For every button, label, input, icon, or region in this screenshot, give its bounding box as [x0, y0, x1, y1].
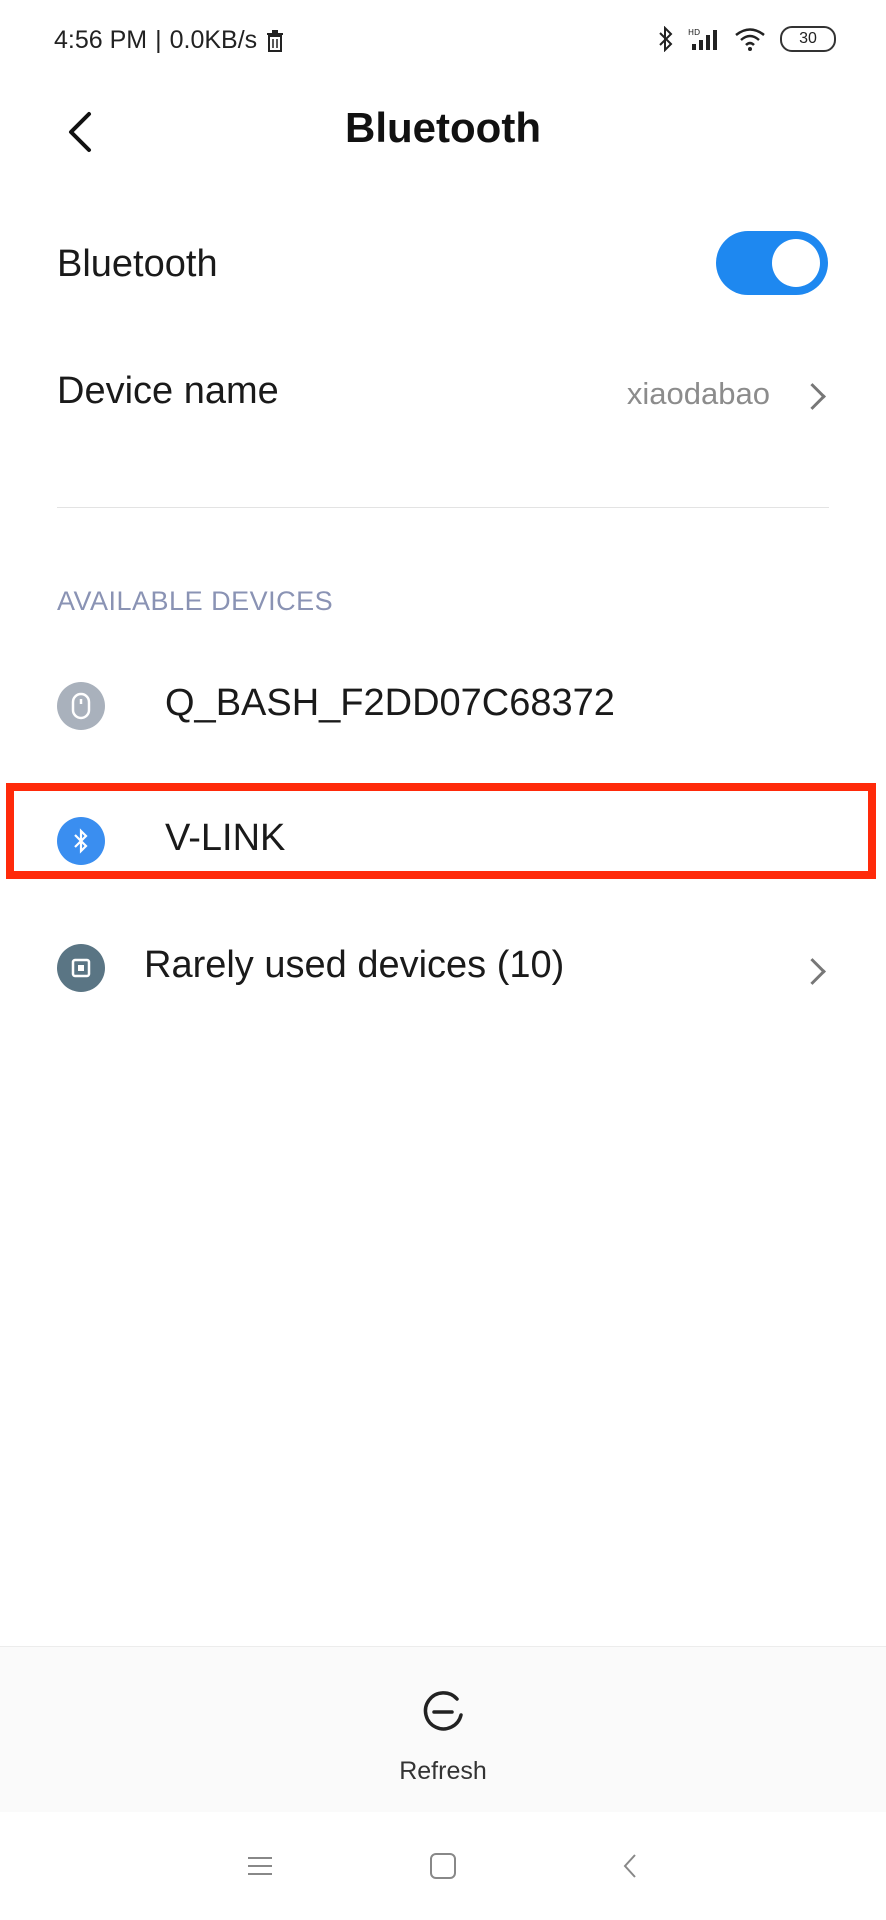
- device-label: Rarely used devices (10): [144, 944, 565, 986]
- navigation-bar: [0, 1812, 886, 1920]
- status-bar: 4:56 PM | 0.0KB/s HD 30: [0, 0, 886, 84]
- status-net-speed: 0.0KB/s: [169, 26, 258, 54]
- section-header-available-devices: AVAILABLE DEVICES: [57, 586, 334, 616]
- wifi-icon: [735, 28, 765, 51]
- trash-icon: [267, 29, 284, 52]
- status-left: 4:56 PM | 0.0KB/s: [54, 26, 285, 55]
- status-time: 4:56 PM: [54, 26, 148, 54]
- device-item-q-bash[interactable]: Q_BASH_F2DD07C68372: [0, 656, 886, 762]
- status-right: HD 30: [658, 26, 836, 52]
- svg-text:HD: HD: [688, 28, 700, 37]
- chevron-right-icon: [799, 383, 826, 410]
- header: Bluetooth: [0, 90, 886, 170]
- bluetooth-icon: [57, 817, 105, 865]
- back-arrow-icon: [69, 112, 91, 152]
- bluetooth-toggle-switch[interactable]: [716, 231, 828, 295]
- back-nav-icon: [623, 1854, 636, 1878]
- device-item-v-link[interactable]: V-LINK: [0, 787, 886, 893]
- rarely-used-devices-row[interactable]: Rarely used devices (10): [0, 918, 886, 1024]
- refresh-button[interactable]: Refresh: [0, 1646, 886, 1813]
- back-button[interactable]: [50, 102, 110, 162]
- menu-nav-button[interactable]: [230, 1836, 290, 1896]
- bluetooth-label: Bluetooth: [57, 243, 218, 285]
- home-nav-button[interactable]: [413, 1836, 473, 1896]
- back-nav-button[interactable]: [600, 1836, 660, 1896]
- device-label: Q_BASH_F2DD07C68372: [165, 682, 615, 724]
- device-label: V-LINK: [165, 817, 286, 859]
- device-group-icon: [57, 944, 105, 992]
- cellular-signal-icon: HD: [688, 28, 717, 50]
- toggle-knob: [772, 239, 820, 287]
- page-title: Bluetooth: [345, 104, 541, 151]
- refresh-icon: [423, 1691, 463, 1731]
- mouse-icon: [57, 682, 105, 730]
- menu-icon: [248, 1857, 272, 1875]
- battery-indicator: 30: [780, 26, 836, 52]
- bluetooth-toggle-row: Bluetooth: [0, 205, 886, 315]
- status-separator: |: [155, 26, 162, 54]
- bluetooth-status-icon: [659, 26, 673, 52]
- chevron-right-icon: [799, 958, 826, 985]
- home-square-icon: [430, 1853, 456, 1879]
- divider: [57, 507, 829, 508]
- refresh-label: Refresh: [399, 1757, 487, 1785]
- device-name-row[interactable]: Device name xiaodabao: [0, 340, 886, 450]
- device-name-label: Device name: [57, 370, 279, 412]
- device-name-value: xiaodabao: [626, 376, 770, 411]
